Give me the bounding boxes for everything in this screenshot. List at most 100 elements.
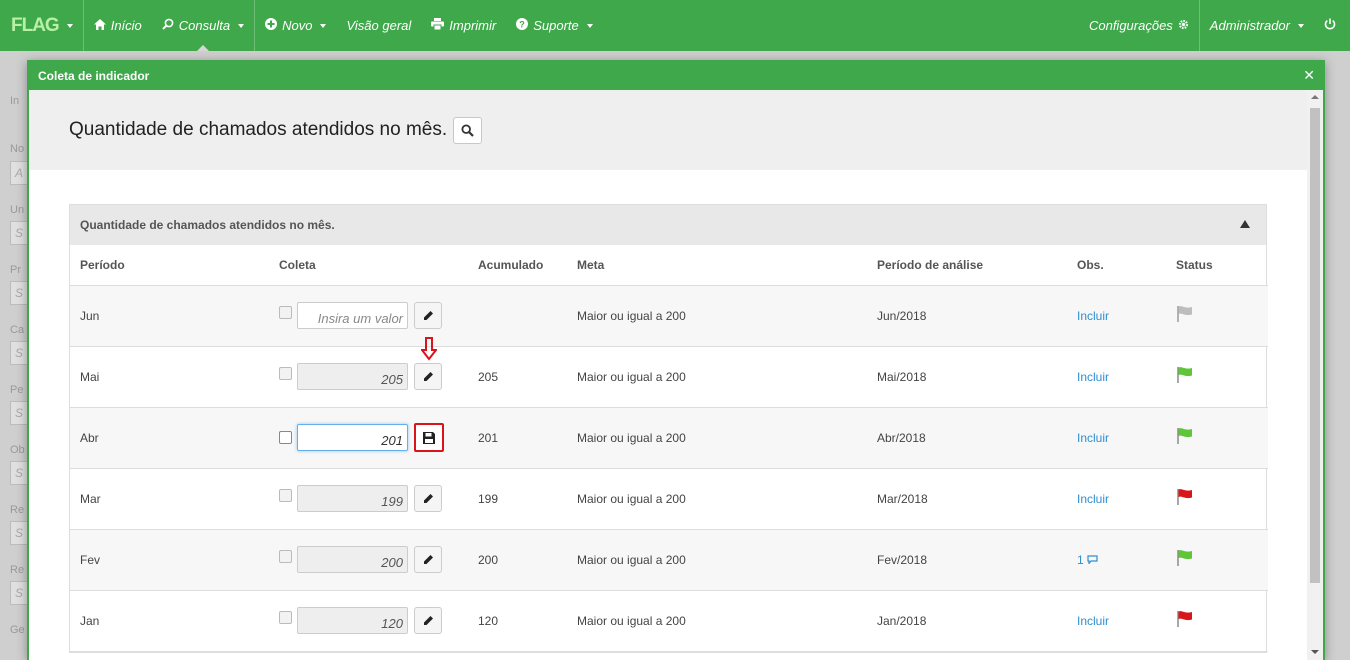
incluir-link[interactable]: Incluir <box>1077 309 1109 323</box>
row-checkbox[interactable] <box>279 306 292 319</box>
floppy-disk-icon <box>423 431 435 444</box>
flag-gray-icon <box>1177 306 1192 322</box>
analise-cell: Mar/2018 <box>867 468 1067 530</box>
nav-suporte[interactable]: ? Suporte <box>506 0 603 51</box>
nav-novo[interactable]: Novo <box>255 0 336 51</box>
coleta-table: Período Coleta Acumulado Meta Período de… <box>70 245 1268 652</box>
nav-imprimir-label: Imprimir <box>449 18 497 33</box>
coleta-input-active[interactable]: 201 <box>297 424 408 451</box>
nav-administrador-label: Administrador <box>1209 18 1290 33</box>
nav-visao-geral[interactable]: Visão geral <box>336 0 421 51</box>
coleta-cell: Insira um valor <box>269 285 468 347</box>
row-checkbox[interactable] <box>279 489 292 502</box>
flag-green-icon <box>1177 367 1192 383</box>
search-icon <box>461 123 474 137</box>
scrollbar-thumb[interactable] <box>1310 108 1320 583</box>
top-navbar: FLAG Início Consulta Novo Visão geral Im… <box>0 0 1350 51</box>
comment-icon <box>1087 554 1098 565</box>
bg-label: Pr <box>10 264 21 276</box>
edit-button[interactable] <box>414 607 442 634</box>
incluir-link[interactable]: Incluir <box>1077 431 1109 445</box>
collapse-triangle-icon[interactable] <box>1240 220 1250 228</box>
panel-title: Quantidade de chamados atendidos no mês. <box>80 218 335 232</box>
scroll-up-arrow-icon[interactable] <box>1311 95 1319 99</box>
close-icon[interactable]: ✕ <box>1303 68 1315 82</box>
obs-cell: Incluir <box>1067 346 1166 408</box>
table-row: Mar 199 199 Maior ou igual a 200 Mar/201… <box>70 468 1268 530</box>
periodo-cell: Mar <box>70 468 269 530</box>
analise-cell: Fev/2018 <box>867 529 1067 591</box>
acumulado-cell: 201 <box>468 407 567 469</box>
bg-label: Re <box>10 564 25 576</box>
nav-inicio[interactable]: Início <box>84 0 152 51</box>
scroll-down-arrow-icon[interactable] <box>1311 650 1319 654</box>
chevron-down-icon <box>66 23 73 28</box>
flag-red-icon <box>1177 611 1192 627</box>
nav-imprimir[interactable]: Imprimir <box>421 0 506 51</box>
coleta-input[interactable]: 199 <box>297 485 408 512</box>
brand-logo: FLAG <box>11 14 60 36</box>
coleta-cell: 199 <box>269 468 468 530</box>
bg-label: Un <box>10 204 25 216</box>
search-icon <box>162 18 174 33</box>
column-header: Status <box>1166 245 1268 286</box>
meta-cell: Maior ou igual a 200 <box>567 590 867 652</box>
nav-consulta[interactable]: Consulta <box>152 0 254 51</box>
incluir-link[interactable]: Incluir <box>1077 614 1109 628</box>
power-icon <box>1324 18 1336 33</box>
edit-button[interactable] <box>414 337 442 390</box>
acumulado-cell: 199 <box>468 468 567 530</box>
row-checkbox[interactable] <box>279 367 292 380</box>
edit-button[interactable] <box>414 546 442 573</box>
coleta-cell: 205 <box>269 337 468 408</box>
row-checkbox[interactable] <box>279 431 292 444</box>
coleta-cell: 201 <box>269 407 468 469</box>
modal-title: Coleta de indicador <box>38 69 150 83</box>
periodo-cell: Mai <box>70 346 269 408</box>
bg-label: Pe <box>10 384 24 396</box>
edit-button[interactable] <box>414 302 442 329</box>
nav-configuracoes[interactable]: Configurações <box>1079 0 1199 51</box>
power-button[interactable] <box>1314 0 1350 51</box>
nav-administrador[interactable]: Administrador <box>1200 0 1314 51</box>
column-header: Obs. <box>1067 245 1166 286</box>
status-cell <box>1166 529 1268 591</box>
coleta-input[interactable]: 205 <box>297 363 408 390</box>
obs-count-link[interactable]: 1 <box>1077 553 1098 567</box>
brand-menu[interactable]: FLAG <box>0 0 84 51</box>
analise-cell: Abr/2018 <box>867 407 1067 469</box>
row-checkbox[interactable] <box>279 611 292 624</box>
modal-header: Coleta de indicador <box>29 62 1323 90</box>
indicator-title: Quantidade de chamados atendidos no mês. <box>69 119 448 140</box>
meta-cell: Maior ou igual a 200 <box>567 529 867 591</box>
incluir-link[interactable]: Incluir <box>1077 370 1109 384</box>
indicator-search-button[interactable] <box>453 116 483 144</box>
row-checkbox[interactable] <box>279 550 292 563</box>
periodo-cell: Fev <box>70 529 269 591</box>
indicator-header: Quantidade de chamados atendidos no mês. <box>29 90 1307 170</box>
table-row: Jan 120 120 Maior ou igual a 200 Jan/201… <box>70 590 1268 652</box>
obs-cell: Incluir <box>1067 590 1166 652</box>
nav-novo-label: Novo <box>282 18 313 33</box>
table-row: Abr 201 201 Maior ou igual a 200 Abr/201… <box>70 407 1268 469</box>
indicator-panel: Quantidade de chamados atendidos no mês.… <box>69 204 1268 653</box>
periodo-cell: Jan <box>70 590 269 652</box>
panel-heading[interactable]: Quantidade de chamados atendidos no mês. <box>70 205 1266 245</box>
pencil-icon <box>423 311 433 320</box>
save-button[interactable] <box>414 423 444 452</box>
column-header: Meta <box>567 245 867 286</box>
edit-button[interactable] <box>414 485 442 512</box>
obs-cell: 1 <box>1067 529 1166 591</box>
incluir-link[interactable]: Incluir <box>1077 492 1109 506</box>
pencil-icon <box>423 372 433 381</box>
coleta-input[interactable]: 120 <box>297 607 408 634</box>
coleta-input[interactable]: Insira um valor <box>297 302 408 329</box>
modal-scrollbar[interactable] <box>1307 90 1323 660</box>
status-cell <box>1166 346 1268 408</box>
coleta-input[interactable]: 200 <box>297 546 408 573</box>
nav-consulta-label: Consulta <box>178 18 231 33</box>
acumulado-cell: 205 <box>468 346 567 408</box>
column-header: Período <box>70 245 269 286</box>
down-arrow-annotation-icon <box>421 337 437 361</box>
print-icon <box>431 18 445 33</box>
